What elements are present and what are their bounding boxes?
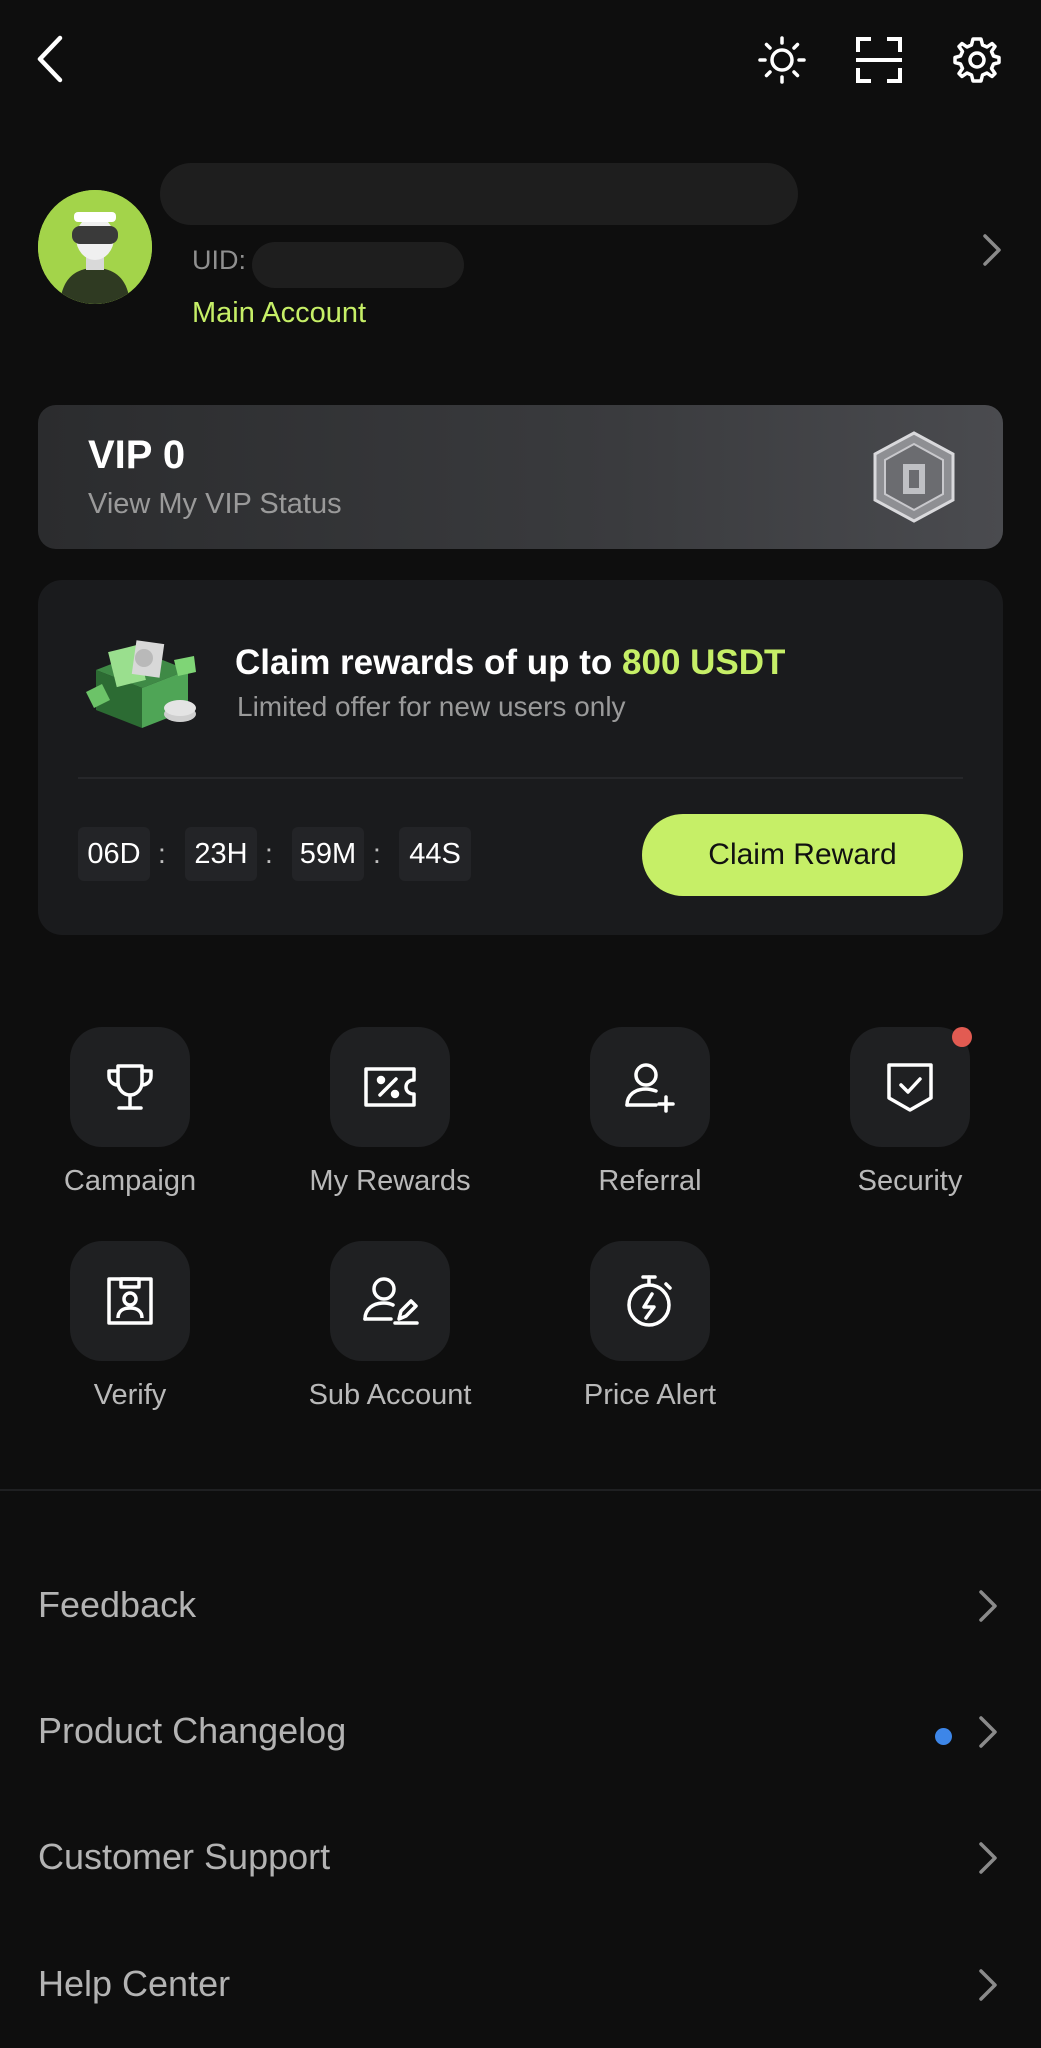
chevron-right-icon <box>979 1716 997 1748</box>
menu-item-label: Customer Support <box>38 1836 331 1877</box>
menu-item-label: Help Center <box>38 1963 231 2004</box>
sun-icon <box>758 36 806 84</box>
settings-button[interactable] <box>949 32 1005 88</box>
reward-title: Claim rewards of up to 800 USDT <box>235 643 785 683</box>
countdown-separator: : <box>265 838 273 869</box>
shortcut-label: Security <box>857 1165 963 1197</box>
countdown-seconds: 44S <box>399 827 471 881</box>
reward-subtitle: Limited offer for new users only <box>237 691 626 722</box>
reward-divider <box>78 777 963 779</box>
countdown-days: 06D <box>78 827 150 881</box>
uid-label: UID: <box>192 245 246 275</box>
shortcut-label: Referral <box>598 1165 702 1197</box>
security-button[interactable] <box>850 1027 970 1147</box>
campaign-button[interactable] <box>70 1027 190 1147</box>
shield-check-icon <box>887 1063 933 1112</box>
theme-toggle-button[interactable] <box>754 32 810 88</box>
vip-level: VIP 0 <box>88 433 186 477</box>
user-edit-icon <box>363 1277 419 1325</box>
scan-icon <box>856 37 902 83</box>
menu-item-product-changelog[interactable]: Product Changelog <box>0 1682 1041 1792</box>
back-button[interactable] <box>22 31 78 87</box>
menu-item-label: Feedback <box>38 1584 197 1625</box>
security-alert-badge <box>952 1027 972 1047</box>
reward-title-text: Claim rewards of up to <box>235 643 613 682</box>
shortcut-label: My Rewards <box>309 1165 471 1197</box>
menu-item-help-center[interactable]: Help Center <box>0 1935 1041 2045</box>
countdown-separator: : <box>158 838 166 869</box>
verify-button[interactable] <box>70 1241 190 1361</box>
price-alert-button[interactable] <box>590 1241 710 1361</box>
scan-button[interactable] <box>851 32 907 88</box>
section-divider <box>0 1489 1041 1491</box>
menu-item-feedback[interactable]: Feedback <box>0 1556 1041 1666</box>
countdown-hours: 23H <box>185 827 257 881</box>
coupon-icon <box>364 1067 416 1107</box>
gear-icon <box>953 37 1001 83</box>
menu-item-customer-support[interactable]: Customer Support <box>0 1808 1041 1918</box>
reward-illustration <box>82 630 202 734</box>
vip-status-link[interactable]: View My VIP Status <box>88 488 342 521</box>
username-redacted <box>160 163 798 225</box>
sub-account-button[interactable] <box>330 1241 450 1361</box>
id-card-icon <box>107 1277 153 1325</box>
trophy-icon <box>107 1064 153 1110</box>
avatar[interactable] <box>38 190 152 304</box>
profile-chevron[interactable] <box>980 232 1004 268</box>
account-type-label: Main Account <box>192 297 367 329</box>
stopwatch-icon <box>627 1275 672 1327</box>
shortcut-label: Campaign <box>63 1165 197 1197</box>
user-add-icon <box>625 1063 675 1113</box>
shortcut-label: Price Alert <box>583 1379 717 1411</box>
chevron-right-icon <box>979 1842 997 1874</box>
user-avatar-icon <box>38 190 152 304</box>
countdown-minutes: 59M <box>292 827 364 881</box>
vip-hexagon-badge-icon <box>873 431 955 523</box>
countdown-separator: : <box>373 838 381 869</box>
chevron-right-icon <box>979 1590 997 1622</box>
chevron-left-icon <box>37 35 63 83</box>
shortcut-label: Sub Account <box>308 1379 472 1411</box>
vip-badge <box>871 430 957 524</box>
chevron-right-icon <box>983 234 1001 266</box>
money-box-icon <box>86 640 196 728</box>
my-rewards-button[interactable] <box>330 1027 450 1147</box>
chevron-right-icon <box>979 1969 997 2001</box>
menu-item-label: Product Changelog <box>38 1710 347 1751</box>
uid-value-redacted <box>252 242 464 288</box>
reward-amount: 800 USDT <box>622 643 786 682</box>
shortcut-label: Verify <box>93 1379 167 1411</box>
referral-button[interactable] <box>590 1027 710 1147</box>
new-update-dot <box>935 1728 952 1745</box>
claim-reward-button[interactable]: Claim Reward <box>642 814 963 896</box>
